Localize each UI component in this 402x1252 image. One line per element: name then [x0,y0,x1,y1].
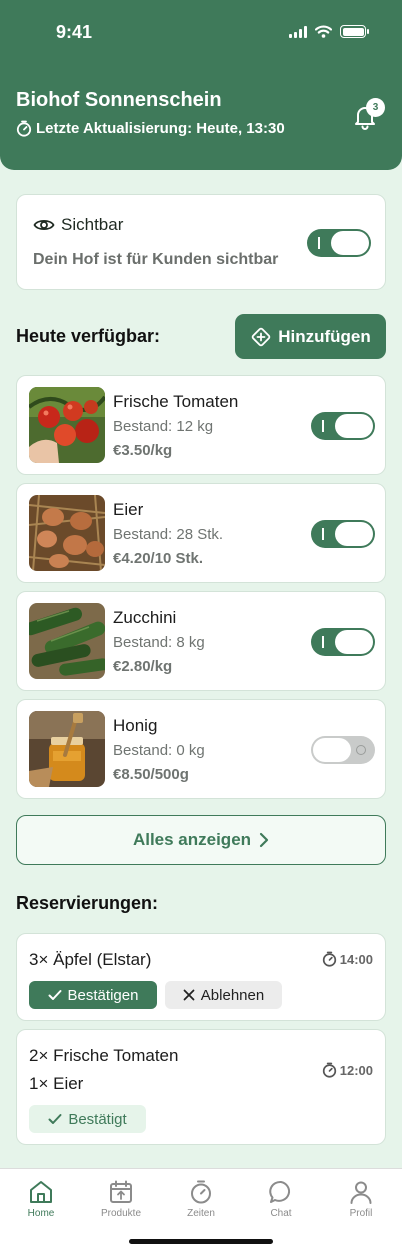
reservation-item: 2× Frische Tomaten [29,1046,179,1065]
tab-label: Home [27,1208,55,1219]
stopwatch-icon [16,120,32,137]
product-price: €8.50/500g [113,766,189,783]
checkmark-icon [48,990,62,1000]
tab-chat[interactable]: Chat [241,1179,321,1219]
reservation-time: 14:00 [322,951,373,967]
tab-profile[interactable]: Profil [321,1179,401,1219]
tab-times[interactable]: Zeiten [161,1179,241,1219]
product-name: Eier [113,500,144,519]
tab-home[interactable]: Home [1,1179,81,1219]
visibility-label-text: Sichtbar [61,215,124,234]
add-product-label: Hinzufügen [278,326,371,346]
product-name: Zucchini [113,608,177,627]
confirmed-status-badge: Bestätigt [29,1105,146,1133]
chat-bubble-icon [269,1180,291,1203]
show-all-label: Alles anzeigen [132,830,252,849]
reject-label: Ablehnen [200,986,265,1004]
product-price: €3.50/kg [113,442,173,459]
product-price: €2.80/kg [113,658,173,675]
product-toggle-zucchini[interactable] [311,628,375,656]
add-product-button[interactable]: Hinzufügen [235,314,386,359]
product-toggle-tomatoes[interactable] [311,412,375,440]
reservation-time-text: 12:00 [339,1062,373,1078]
close-icon [183,989,195,1001]
status-time: 9:41 [56,22,93,42]
farm-title: Biohof Sonnenschein [16,89,222,111]
reservation-item: 1× Eier [29,1074,84,1093]
product-stock: Bestand: 12 kg [113,418,214,435]
stopwatch-icon [322,1062,336,1078]
product-stock: Bestand: 8 kg [113,634,205,651]
product-image-honey [29,711,105,787]
product-toggle-honey[interactable] [311,736,375,764]
stopwatch-icon [322,951,336,967]
reservation-time: 12:00 [322,1062,373,1078]
product-toggle-eggs[interactable] [311,520,375,548]
reservation-card: 2× Frische Tomaten 1× Eier 12:00 Bestäti… [16,1029,386,1145]
product-card-zucchini[interactable]: Zucchini Bestand: 8 kg €2.80/kg [16,591,386,691]
person-icon [350,1181,372,1204]
cellular-signal-icon [289,25,307,38]
tab-label: Profil [349,1208,373,1219]
battery-icon [340,25,369,38]
tab-products[interactable]: Produkte [81,1179,161,1219]
product-stock: Bestand: 0 kg [113,742,205,759]
reservation-item: 3× Äpfel (Elstar) [29,950,152,969]
stopwatch-icon [191,1180,211,1204]
visibility-label: Sichtbar [33,215,123,235]
tab-label: Chat [270,1208,292,1219]
product-card-eggs[interactable]: Eier Bestand: 28 Stk. €4.20/10 Stk. [16,483,386,583]
wifi-icon [315,25,332,38]
confirm-label: Bestätigen [67,986,139,1004]
reject-button[interactable]: Ablehnen [165,981,282,1009]
confirm-button[interactable]: Bestätigen [29,981,157,1009]
reservations-title: Reservierungen: [16,893,159,913]
visibility-description: Dein Hof ist für Kunden sichtbar [33,251,279,268]
app-header: 9:41 Biohof Sonnenschein Letzte Aktualis… [0,0,402,170]
reservation-card: 3× Äpfel (Elstar) 14:00 Bestätigen Ableh… [16,933,386,1021]
product-image-eggs [29,495,105,571]
product-card-tomatoes[interactable]: Frische Tomaten Bestand: 12 kg €3.50/kg [16,375,386,475]
add-icon [251,327,271,346]
visibility-card: Sichtbar Dein Hof ist für Kunden sichtba… [16,194,386,290]
tab-label: Zeiten [187,1208,215,1219]
product-name: Honig [113,716,158,735]
show-all-button[interactable]: Alles anzeigen [16,815,386,865]
last-update: Letzte Aktualisierung: Heute, 13:30 [16,120,285,137]
available-title: Heute verfügbar: [16,326,161,346]
home-indicator [129,1239,273,1244]
confirmed-label: Bestätigt [68,1110,127,1128]
product-stock: Bestand: 28 Stk. [113,526,224,543]
product-price: €4.20/10 Stk. [113,550,204,567]
product-name: Frische Tomaten [113,392,239,411]
home-icon [30,1181,52,1203]
product-image-zucchini [29,603,105,679]
calendar-upload-icon [110,1180,132,1203]
status-bar: 9:41 [0,0,402,64]
visibility-toggle[interactable] [307,229,371,257]
product-card-honey[interactable]: Honig Bestand: 0 kg €8.50/500g [16,699,386,799]
eye-icon [33,219,55,231]
checkmark-icon [48,1114,62,1124]
tab-label: Produkte [100,1208,142,1219]
last-update-text: Letzte Aktualisierung: Heute, 13:30 [36,120,285,137]
reservation-time-text: 14:00 [339,951,373,967]
status-icons [289,25,369,38]
notification-badge: 3 [366,98,385,117]
product-image-tomatoes [29,387,105,463]
chevron-right-icon [259,832,269,848]
